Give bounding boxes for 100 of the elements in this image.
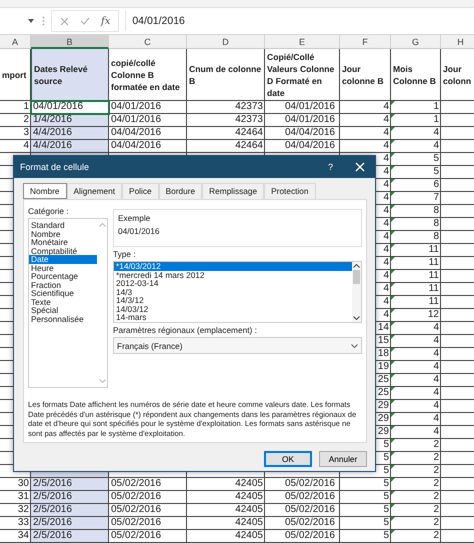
category-item[interactable]: Personnalisée [29, 314, 97, 323]
tab[interactable]: Protection [264, 183, 316, 199]
table-cell: 1 [391, 101, 441, 114]
table-cell: 04/01/2016 [109, 101, 187, 114]
table-cell: 05/02/2016 [109, 491, 187, 504]
table-cell: 05/02/2016 [265, 504, 340, 517]
type-label: Type : [113, 249, 137, 259]
category-item[interactable]: Scientifique [29, 289, 97, 298]
table-cell: 2 [391, 517, 441, 530]
category-item[interactable]: Fraction [29, 280, 97, 289]
table-cell: 4 [391, 361, 441, 374]
table-cell: 42405 [187, 530, 265, 543]
formula-field[interactable]: 04/01/2016 [125, 11, 474, 31]
column-header: Mois Colonne B [391, 49, 441, 101]
table-cell: 04/04/2016 [109, 140, 187, 153]
table-cell: 5 [340, 530, 391, 543]
table-cell: 2 [391, 491, 441, 504]
insert-function-button[interactable]: fx [101, 16, 110, 26]
category-item[interactable]: Date [29, 255, 97, 264]
help-button[interactable]: ? [328, 162, 333, 172]
column-letter[interactable]: A [0, 35, 31, 49]
table-cell: 4 [391, 140, 441, 153]
category-item[interactable]: Heure [29, 264, 97, 272]
category-item[interactable]: Texte [29, 298, 97, 306]
table-cell: 11 [391, 257, 441, 270]
scrollbar-thumb[interactable] [353, 270, 360, 284]
table-cell: 04/04/2016 [109, 127, 187, 140]
column-letter[interactable]: B [31, 35, 109, 49]
table-cell: 7 [391, 192, 441, 205]
table-cell: 4 [391, 426, 441, 439]
table-cell: 11 [391, 296, 441, 309]
table-cell: 04/01/2016 [109, 114, 187, 127]
check-icon[interactable] [80, 17, 90, 25]
table-cell: 5 [391, 153, 441, 166]
table-cell: 42405 [187, 504, 265, 517]
table-cell: 11 [391, 244, 441, 257]
table-cell: 8 [391, 218, 441, 231]
column-header: Dates Relevé source [31, 49, 109, 101]
category-item[interactable]: Standard [29, 221, 97, 230]
table-cell: 2/5/2016 [31, 504, 109, 517]
column-header: Jour colonne B [340, 49, 391, 101]
column-letter[interactable]: H [441, 35, 474, 49]
table-cell: 42405 [187, 491, 265, 504]
cancel-icon[interactable] [60, 16, 69, 26]
table-cell: 11 [391, 283, 441, 296]
table-cell: 04/01/2016 [265, 101, 340, 114]
column-letter[interactable]: G [391, 35, 441, 49]
cancel-button[interactable]: Annuler [319, 451, 367, 467]
table-cell: 4 [391, 374, 441, 387]
table-cell: 4 [391, 335, 441, 348]
table-cell: 4 [391, 127, 441, 140]
table-cell: 11 [391, 270, 441, 283]
column-header: Cnum de colonne B [187, 49, 265, 101]
table-cell: 4/4/2016 [31, 127, 109, 140]
tab[interactable]: Bordure [158, 183, 202, 199]
column-letter[interactable]: E [265, 35, 340, 49]
table-cell: 1 [391, 114, 441, 127]
table-cell: 5 [391, 166, 441, 179]
sample-value: 04/01/2016 [118, 226, 161, 236]
scroll-up-icon[interactable] [353, 264, 360, 268]
table-cell: 12 [391, 309, 441, 322]
table-cell: 05/02/2016 [109, 478, 187, 491]
table-cell: 42373 [187, 114, 265, 127]
tab[interactable]: Nombre [23, 183, 67, 199]
close-icon[interactable] [355, 162, 365, 172]
table-cell: 8 [391, 231, 441, 244]
table-cell: 5 [340, 504, 391, 517]
table-cell: 4 [391, 400, 441, 413]
locale-dropdown[interactable]: Français (France) [113, 337, 362, 354]
table-cell: 5 [340, 517, 391, 530]
table-cell: 6 [391, 179, 441, 192]
scroll-down-icon[interactable] [353, 316, 360, 320]
table-cell: 05/02/2016 [109, 530, 187, 543]
category-item[interactable]: Nombre [29, 230, 97, 238]
table-cell: 42464 [187, 140, 265, 153]
table-cell: 4 [391, 322, 441, 335]
column-letter[interactable]: D [187, 35, 265, 49]
table-cell: 2 [391, 530, 441, 543]
type-item[interactable]: *14/03/2012 [114, 262, 352, 270]
category-item[interactable]: Spécial [29, 306, 97, 314]
ok-button[interactable]: OK [264, 451, 312, 467]
table-cell: 2 [391, 478, 441, 491]
tab[interactable]: Remplissage [202, 183, 264, 199]
table-cell: 2/5/2016 [31, 530, 109, 543]
column-letter[interactable]: C [109, 35, 187, 49]
table-cell: 4 [391, 348, 441, 361]
table-cell: 4 [340, 127, 391, 140]
locale-label: Paramètres régionaux (emplacement) : [113, 325, 258, 335]
tab[interactable]: Alignement [66, 183, 122, 199]
category-item[interactable]: Comptabilité [29, 246, 97, 255]
column-letter[interactable]: F [340, 35, 391, 49]
table-cell: 1/4/2016 [31, 114, 109, 127]
tab[interactable]: Police [122, 183, 159, 199]
table-cell: 2 [391, 452, 441, 465]
table-cell: 42405 [187, 517, 265, 530]
category-item[interactable]: Pourcentage [29, 272, 97, 280]
sample-label: Exemple [118, 213, 152, 223]
grip-icon [42, 16, 45, 26]
category-item[interactable]: Monétaire [29, 238, 97, 246]
table-cell: 2/5/2016 [31, 478, 109, 491]
